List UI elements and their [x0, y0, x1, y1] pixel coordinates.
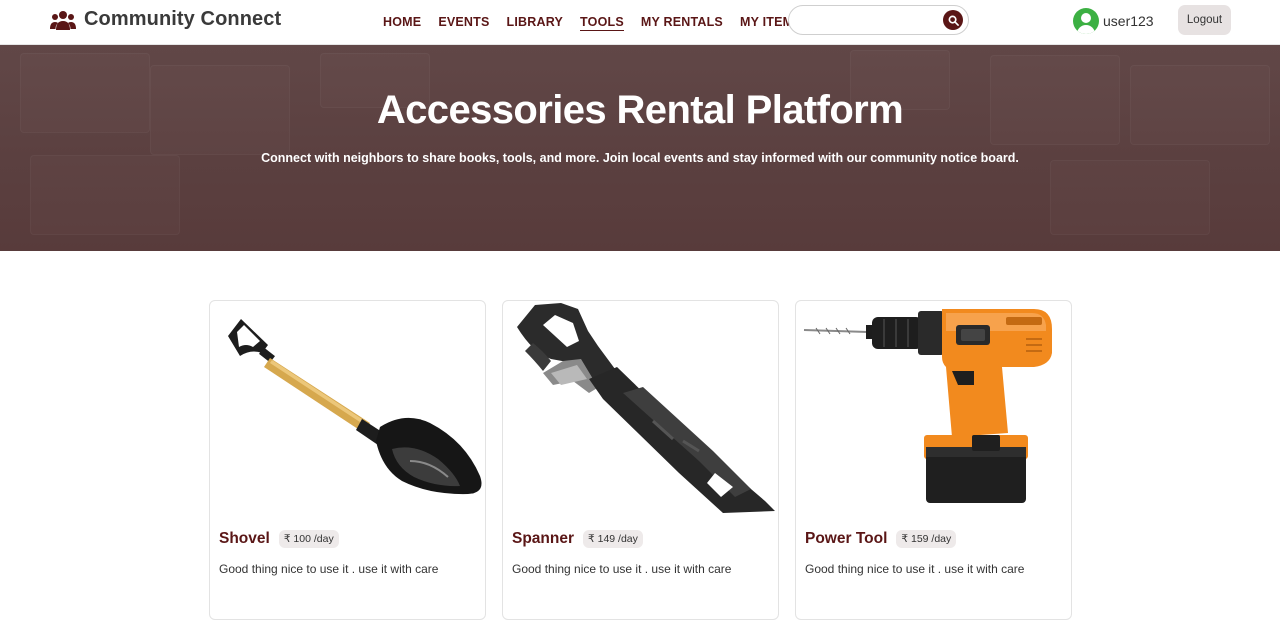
nav-home[interactable]: HOME [383, 15, 421, 30]
search-icon [948, 15, 959, 26]
username: user123 [1103, 13, 1154, 29]
hero-title: Accessories Rental Platform [376, 88, 904, 132]
search-input[interactable] [801, 11, 941, 31]
main-nav: HOME EVENTS LIBRARY TOOLS MY RENTALS MY … [383, 0, 819, 45]
spanner-image [517, 303, 775, 513]
shovel-image [228, 319, 482, 495]
item-description: Good thing nice to use it . use it with … [805, 562, 1025, 576]
item-name: Power Tool [805, 530, 888, 547]
brand[interactable]: Community Connect [50, 8, 281, 31]
top-navbar: Community Connect HOME EVENTS LIBRARY TO… [0, 0, 1280, 45]
item-card-shovel[interactable]: Shovel ₹ 100 /day Good thing nice to use… [209, 300, 486, 620]
price-badge: ₹ 100 /day [278, 530, 339, 548]
item-name: Shovel [219, 530, 270, 547]
avatar-icon [1073, 8, 1099, 34]
item-description: Good thing nice to use it . use it with … [219, 562, 439, 576]
nav-library[interactable]: LIBRARY [507, 15, 564, 30]
price-badge: ₹ 149 /day [583, 530, 643, 548]
user-menu[interactable]: user123 [1073, 8, 1154, 34]
item-card-spanner[interactable]: Spanner ₹ 149 /day Good thing nice to us… [502, 300, 779, 620]
nav-my-rentals[interactable]: MY RENTALS [641, 15, 723, 30]
nav-tools[interactable]: TOOLS [580, 15, 624, 31]
hero-subtitle: Connect with neighbors to share books, t… [261, 151, 1019, 165]
search-box [788, 5, 969, 35]
item-name: Spanner [512, 530, 575, 547]
brand-name: Community Connect [84, 8, 282, 30]
price-badge: ₹ 159 /day [896, 530, 957, 548]
item-description: Good thing nice to use it . use it with … [512, 562, 732, 576]
item-card-power-tool[interactable]: Power Tool ₹ 159 /day Good thing nice to… [795, 300, 1072, 620]
logout-button[interactable]: Logout [1178, 5, 1231, 35]
hero-banner: Accessories Rental Platform Connect with… [0, 45, 1280, 251]
nav-events[interactable]: EVENTS [438, 15, 489, 30]
power-tool-image [803, 309, 1052, 503]
search-button[interactable] [943, 10, 963, 30]
users-icon [50, 10, 76, 30]
